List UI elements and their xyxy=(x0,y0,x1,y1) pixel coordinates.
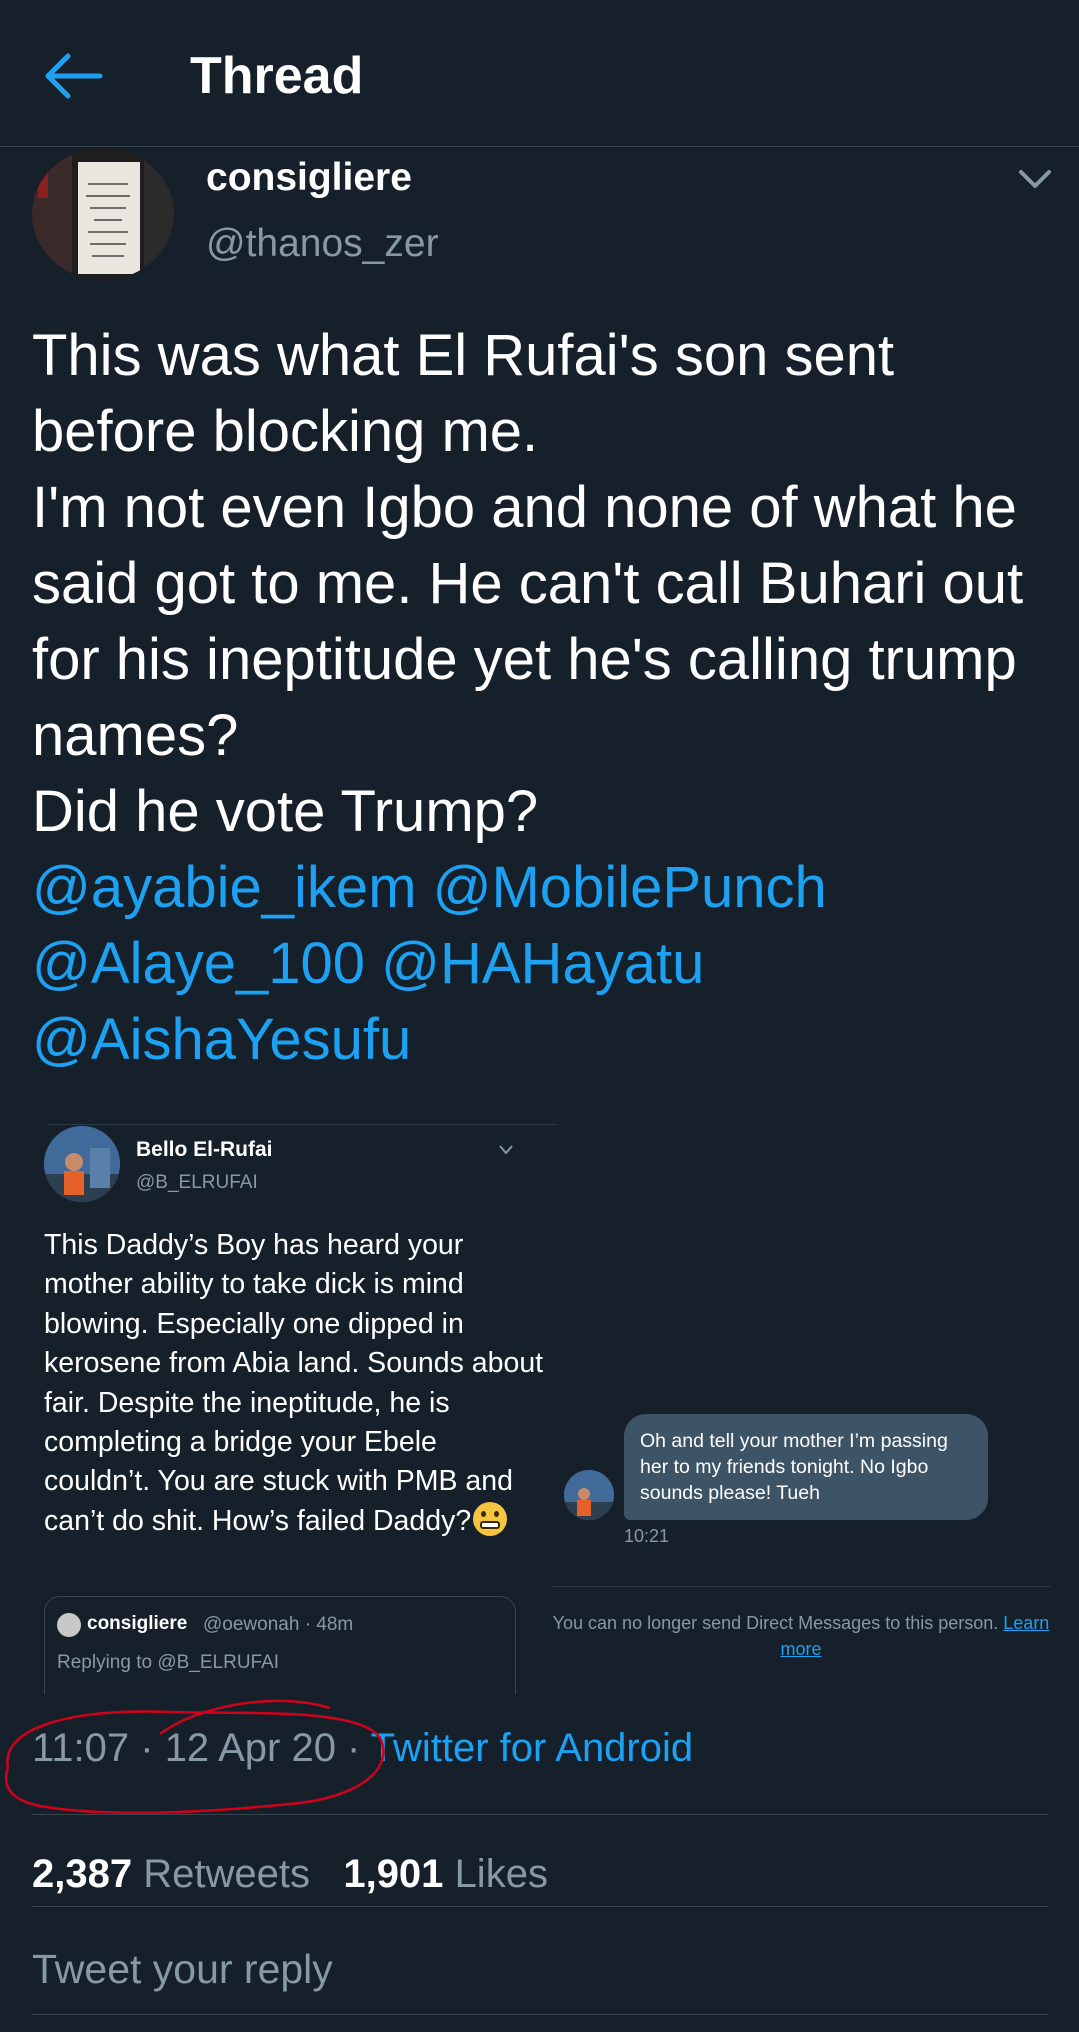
app-header: Thread xyxy=(0,0,1079,147)
author-name[interactable]: consigliere xyxy=(206,156,412,200)
likes-label: Likes xyxy=(454,1852,548,1896)
retweets-label: Retweets xyxy=(143,1852,310,1896)
embedded-tweet-body: This Daddy’s Boy has heard your mother a… xyxy=(44,1229,552,1537)
quoted-meta: @oewonah · 48m xyxy=(203,1614,354,1635)
dm-message-bubble: Oh and tell your mother I’m passing her … xyxy=(624,1414,988,1520)
divider xyxy=(32,1906,1048,1907)
embedded-avatar-image xyxy=(44,1126,120,1202)
divider xyxy=(32,2014,1048,2015)
grimacing-face-emoji-icon xyxy=(473,1501,508,1536)
tweet-mentions[interactable]: @ayabie_ikem @MobilePunch @Alaye_100 @HA… xyxy=(32,855,843,1072)
tweet-text: This was what El Rufai's son sent before… xyxy=(32,318,1062,1078)
quoted-replying-to: Replying to @B_ELRUFAI xyxy=(57,1652,280,1673)
embedded-screenshot[interactable]: Bello El-Rufai @B_ELRUFAI This Daddy’s B… xyxy=(32,1122,1050,1694)
reply-input[interactable]: Tweet your reply xyxy=(32,1946,333,1993)
dm-timestamp: 10:21 xyxy=(624,1526,670,1546)
embedded-tweet-text: This Daddy’s Boy has heard your mother a… xyxy=(44,1226,544,1541)
dm-avatar-image xyxy=(564,1470,614,1520)
dm-notice: You can no longer send Direct Messages t… xyxy=(552,1610,1050,1662)
page-title: Thread xyxy=(190,47,364,105)
chevron-down-icon[interactable] xyxy=(1018,168,1052,190)
tweet-source-link[interactable]: Twitter for Android xyxy=(371,1726,693,1770)
divider xyxy=(48,1124,558,1125)
embedded-avatar xyxy=(44,1126,120,1202)
quoted-author-name: consigliere xyxy=(87,1613,188,1634)
back-arrow-icon[interactable] xyxy=(44,50,104,102)
dm-notice-text: You can no longer send Direct Messages t… xyxy=(552,1613,999,1633)
tweet-date: 12 Apr 20 xyxy=(164,1726,336,1770)
divider xyxy=(552,1586,1050,1587)
likes-count: 1,901 xyxy=(343,1852,444,1896)
avatar[interactable] xyxy=(32,148,174,280)
embedded-author-name: Bello El-Rufai xyxy=(136,1138,273,1161)
likes-stat[interactable]: 1,901 Likes xyxy=(343,1852,548,1896)
quoted-avatar xyxy=(57,1613,81,1637)
embedded-quoted-tweet: consigliere @oewonah · 48m Replying to @… xyxy=(44,1596,516,1694)
tweet-meta: 11:07 · 12 Apr 20 · Twitter for Android xyxy=(32,1726,694,1770)
author-handle[interactable]: @thanos_zer xyxy=(206,222,439,266)
tweet-stats: 2,387 Retweets 1,901 Likes xyxy=(32,1852,548,1897)
tweet-time: 11:07 xyxy=(32,1726,130,1770)
embedded-chevron-down-icon xyxy=(499,1145,513,1155)
tweet-body: This was what El Rufai's son sent before… xyxy=(32,323,1024,844)
retweets-count: 2,387 xyxy=(32,1852,133,1896)
retweets-stat[interactable]: 2,387 Retweets xyxy=(32,1852,310,1896)
divider xyxy=(32,1814,1048,1815)
embedded-dm: Oh and tell your mother I’m passing her … xyxy=(552,1122,1050,1694)
dm-avatar xyxy=(564,1470,614,1520)
embedded-author-handle: @B_ELRUFAI xyxy=(136,1172,258,1193)
avatar-image xyxy=(32,148,174,280)
